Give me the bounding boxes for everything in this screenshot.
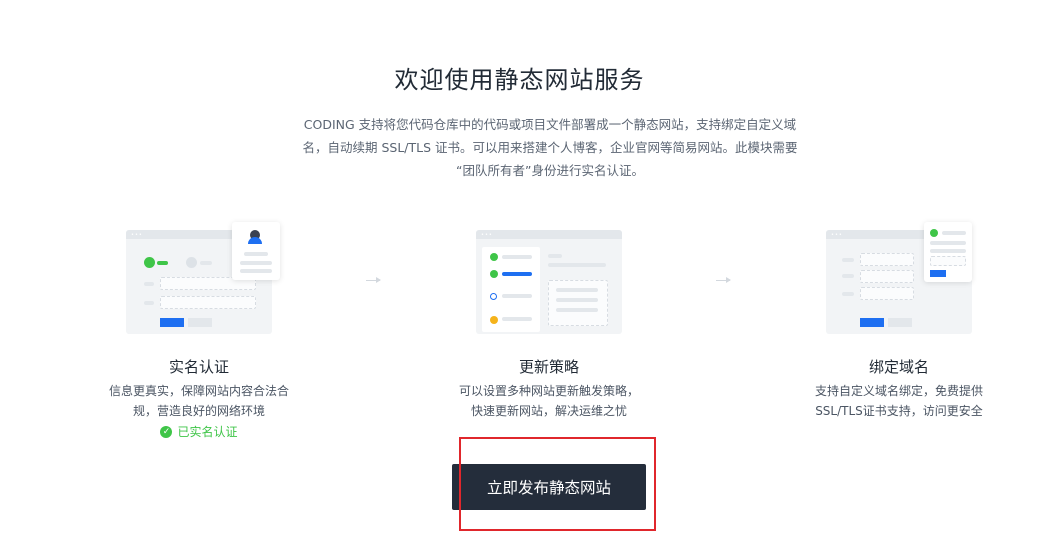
feature-bind-domain: 绑定域名 支持自定义域名绑定，免费提供 SSL/TLS证书支持，访问更安全 <box>779 356 1019 421</box>
browser-frame: ••• <box>476 230 622 334</box>
warning-icon <box>490 316 498 324</box>
feature-desc-line: 可以设置多种网站更新触发策略， <box>458 384 639 398</box>
feature-desc-line: 支持自定义域名绑定，免费提供 <box>814 384 983 398</box>
feature-title: 绑定域名 <box>868 358 929 376</box>
check-circle-icon: ✓ <box>160 425 173 438</box>
check-icon <box>490 253 498 261</box>
feature-update-strategy: 更新策略 可以设置多种网站更新触发策略， 快速更新网站，解决运维之忧 <box>429 356 669 421</box>
intro-description: CODING 支持将您代码仓库中的代码或项目文件部署成一个静态网站，支持绑定自定… <box>250 113 850 182</box>
update-illustration: ••• <box>476 222 622 334</box>
feature-desc-line: 规，营造良好的网络环境 <box>132 404 265 418</box>
feature-desc-line: 信息更真实，保障网站内容合法合 <box>108 384 289 398</box>
feature-title: 更新策略 <box>518 358 579 376</box>
arrow-right-icon <box>366 277 381 283</box>
check-icon <box>490 270 498 278</box>
loading-icon <box>490 293 497 300</box>
page-title: 欢迎使用静态网站服务 <box>394 66 645 94</box>
arrow-right-icon <box>716 277 731 283</box>
step-done-dot <box>144 257 155 268</box>
verification-illustration: ••• <box>126 222 286 334</box>
domain-illustration: ••• <box>826 222 974 334</box>
verified-status-label: 已实名认证 <box>177 425 238 439</box>
intro-line-1: CODING 支持将您代码仓库中的代码或项目文件部署成一个静态网站，支持绑定自定… <box>303 117 797 132</box>
verified-status: ✓ 已实名认证 <box>79 423 319 440</box>
feature-desc-line: SSL/TLS证书支持，访问更安全 <box>815 404 983 418</box>
intro-line-2: 名，自动续期 SSL/TLS 证书。可以用来搭建个人博客，企业官网等简易网站。此… <box>302 140 798 155</box>
intro-line-3: “团队所有者”身份进行实名认证。 <box>456 163 644 178</box>
profile-card <box>232 222 280 280</box>
feature-title: 实名认证 <box>168 358 229 376</box>
feature-desc-line: 快速更新网站，解决运维之忧 <box>470 404 627 418</box>
feature-verification: 实名认证 信息更真实，保障网站内容合法合 规，营造良好的网络环境 ✓ 已实名认证 <box>79 356 319 440</box>
check-icon <box>930 229 938 237</box>
domain-config-card <box>924 222 972 282</box>
publish-static-site-button[interactable]: 立即发布静态网站 <box>452 464 646 510</box>
